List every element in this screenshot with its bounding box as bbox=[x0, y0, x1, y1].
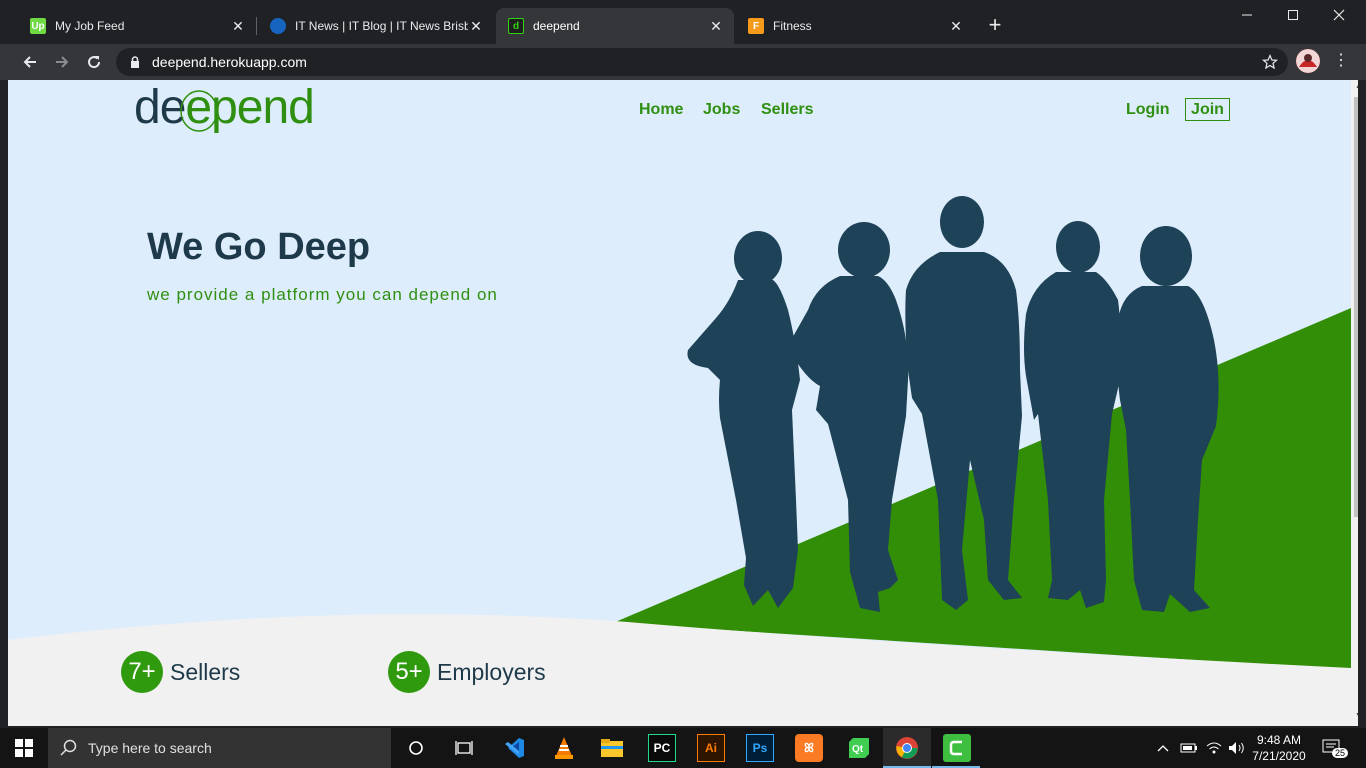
tab-title: deepend bbox=[533, 19, 580, 33]
illustrator-icon[interactable]: Ai bbox=[697, 734, 725, 762]
scroll-up-icon[interactable]: ▲ bbox=[1354, 83, 1358, 93]
clock-date: 7/21/2020 bbox=[1252, 749, 1306, 763]
chrome-menu-button[interactable]: ⋮ bbox=[1330, 50, 1352, 72]
stat-sellers: 7+ Sellers bbox=[121, 651, 240, 693]
arrow-right-icon bbox=[56, 56, 69, 68]
bookmark-star-icon[interactable] bbox=[1262, 54, 1278, 70]
hero-subtitle: we provide a platform you can depend on bbox=[147, 285, 498, 304]
close-icon[interactable]: ✕ bbox=[230, 18, 246, 34]
it-news-icon bbox=[270, 18, 286, 34]
volume-icon[interactable] bbox=[1228, 728, 1246, 768]
back-button[interactable] bbox=[16, 48, 44, 76]
taskbar-search[interactable]: Type here to search bbox=[48, 728, 391, 768]
notification-center[interactable]: 25 bbox=[1322, 728, 1349, 768]
close-icon[interactable]: ✕ bbox=[708, 18, 724, 34]
stat-value: 5+ bbox=[388, 651, 430, 693]
chrome-icon[interactable] bbox=[893, 734, 921, 762]
start-button[interactable] bbox=[0, 728, 48, 768]
page-viewport: dee pend Home Jobs Sellers Login Join We … bbox=[8, 80, 1358, 726]
address-bar[interactable]: deepend.herokuapp.com bbox=[116, 48, 1288, 76]
file-explorer-icon[interactable] bbox=[598, 734, 626, 762]
notification-badge: 25 bbox=[1332, 748, 1349, 758]
show-hidden-icons[interactable] bbox=[1156, 728, 1170, 768]
clock-time: 9:48 AM bbox=[1256, 733, 1302, 747]
deepend-icon: d bbox=[508, 18, 524, 34]
system-clock[interactable]: 9:48 AM 7/21/2020 bbox=[1252, 732, 1306, 764]
close-icon[interactable]: ✕ bbox=[948, 18, 964, 34]
vscode-icon[interactable] bbox=[500, 734, 528, 762]
tab-it-news[interactable]: IT News | IT Blog | IT News Brisbane ✕ bbox=[258, 8, 494, 44]
minimize-icon bbox=[1242, 14, 1252, 16]
task-view-icon[interactable] bbox=[450, 734, 478, 762]
people-silhouette bbox=[687, 196, 1219, 612]
tab-title: My Job Feed bbox=[55, 19, 125, 33]
logo-text-end: pend bbox=[211, 81, 315, 134]
minimize-button[interactable] bbox=[1224, 0, 1270, 30]
profile-avatar[interactable] bbox=[1296, 49, 1320, 73]
tab-my-job-feed[interactable]: Up My Job Feed ✕ bbox=[18, 8, 256, 44]
nav-jobs[interactable]: Jobs bbox=[703, 101, 740, 119]
tab-title: IT News | IT Blog | IT News Brisbane bbox=[295, 19, 468, 33]
close-window-button[interactable] bbox=[1316, 0, 1362, 30]
search-placeholder: Type here to search bbox=[88, 740, 212, 756]
nav-login[interactable]: Login bbox=[1126, 101, 1170, 119]
page-scrollbar[interactable]: ▲ ▼ bbox=[1351, 80, 1358, 726]
scroll-down-icon[interactable]: ▼ bbox=[1354, 712, 1358, 722]
nav-sellers[interactable]: Sellers bbox=[761, 101, 813, 119]
new-tab-button[interactable]: + bbox=[983, 14, 1007, 38]
nav-home[interactable]: Home bbox=[639, 101, 683, 119]
tab-separator bbox=[256, 17, 257, 35]
maximize-icon bbox=[1288, 10, 1298, 20]
wifi-icon[interactable] bbox=[1206, 728, 1222, 768]
photoshop-icon[interactable]: Ps bbox=[746, 734, 774, 762]
reload-icon bbox=[88, 56, 101, 69]
search-icon bbox=[60, 739, 77, 756]
stat-employers: 5+ Employers bbox=[388, 651, 546, 693]
forward-button[interactable] bbox=[48, 48, 76, 76]
site-logo[interactable]: dee pend bbox=[134, 80, 315, 135]
url-text: deepend.herokuapp.com bbox=[152, 54, 307, 70]
tab-title: Fitness bbox=[773, 19, 812, 33]
hero-title: We Go Deep bbox=[147, 226, 371, 268]
stat-value: 7+ bbox=[121, 651, 163, 693]
lock-icon bbox=[128, 55, 142, 69]
close-icon bbox=[1333, 9, 1345, 21]
fitness-icon: F bbox=[748, 18, 764, 34]
windows-taskbar: Type here to search PC Ai Ps ꕤ Qt 9:48 A bbox=[0, 728, 1366, 768]
svg-text:Qt: Qt bbox=[852, 744, 864, 755]
cortana-icon[interactable] bbox=[402, 734, 430, 762]
pycharm-icon[interactable]: PC bbox=[648, 734, 676, 762]
camtasia-icon[interactable] bbox=[943, 734, 971, 762]
arrow-left-icon bbox=[23, 56, 36, 68]
reload-button[interactable] bbox=[80, 48, 108, 76]
close-icon[interactable]: ✕ bbox=[468, 18, 484, 34]
stat-label: Employers bbox=[437, 658, 546, 685]
logo-ring-icon bbox=[180, 90, 219, 132]
tab-fitness[interactable]: F Fitness ✕ bbox=[736, 8, 974, 44]
logo-highlight-e: e bbox=[180, 80, 219, 135]
windows-logo-icon bbox=[15, 739, 33, 757]
qt-icon[interactable]: Qt bbox=[845, 734, 873, 762]
maximize-button[interactable] bbox=[1270, 0, 1316, 30]
xampp-icon[interactable]: ꕤ bbox=[795, 734, 823, 762]
scroll-thumb[interactable] bbox=[1354, 97, 1358, 517]
upwork-icon: Up bbox=[30, 18, 46, 34]
stat-label: Sellers bbox=[170, 658, 241, 685]
battery-icon[interactable] bbox=[1180, 728, 1198, 768]
join-button[interactable]: Join bbox=[1185, 98, 1230, 121]
hero-illustration bbox=[8, 196, 1351, 726]
chevron-up-icon bbox=[1157, 745, 1169, 752]
tab-deepend[interactable]: d deepend ✕ bbox=[496, 8, 734, 44]
tab-strip: Up My Job Feed ✕ IT News | IT Blog | IT … bbox=[0, 0, 1366, 44]
browser-toolbar: deepend.herokuapp.com bbox=[0, 44, 1366, 80]
vlc-icon[interactable] bbox=[550, 734, 578, 762]
